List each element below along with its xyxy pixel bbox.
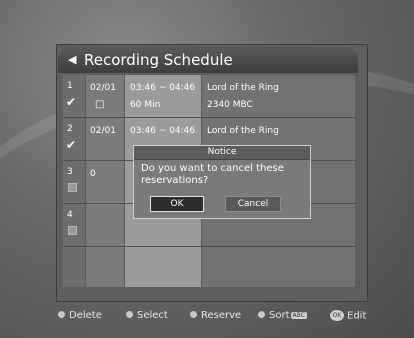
- dialog-title: Notice: [134, 146, 310, 160]
- ok-button[interactable]: OK: [150, 196, 204, 212]
- row-time: 03:46 ~ 04:46: [130, 83, 196, 93]
- dialog-message: Do you want to cancel these reservations…: [141, 163, 284, 186]
- left-arrow-icon[interactable]: ◀: [68, 47, 76, 73]
- row-title: Lord of the Ring: [207, 83, 279, 93]
- select-hint[interactable]: Select: [126, 310, 168, 321]
- row-date: 0: [90, 169, 96, 179]
- green-button-icon: [126, 311, 133, 318]
- check-icon[interactable]: ✔: [66, 138, 76, 152]
- cancel-button[interactable]: Cancel: [225, 196, 281, 212]
- table-row[interactable]: 1 ✔ 02/01 □ 03:46 ~ 04:46 60 Min Lord of…: [63, 75, 355, 118]
- notice-dialog: Notice Do you want to cancel these reser…: [133, 145, 311, 219]
- row-number: 2: [67, 124, 73, 134]
- red-button-icon: [58, 311, 65, 318]
- yellow-button-icon: [190, 311, 197, 318]
- sort-hint[interactable]: Sort ABC: [258, 310, 307, 321]
- delete-label: Delete: [69, 310, 102, 321]
- title-bar: ◀ Recording Schedule: [58, 47, 358, 73]
- blue-button-icon: [258, 311, 265, 318]
- row-title: Lord of the Ring: [207, 126, 279, 136]
- delete-hint[interactable]: Delete: [58, 310, 102, 321]
- row-date: 02/01: [90, 83, 116, 93]
- checkbox-icon[interactable]: [68, 183, 77, 192]
- reserve-hint[interactable]: Reserve: [190, 310, 241, 321]
- sort-label: Sort: [269, 310, 290, 321]
- sort-badge: ABC: [290, 311, 307, 319]
- timer-icon: □: [95, 99, 105, 110]
- reserve-label: Reserve: [201, 310, 242, 321]
- row-time: 03:46 ~ 04:46: [130, 126, 196, 136]
- edit-hint[interactable]: OK Edit: [330, 310, 366, 322]
- ok-key-icon: OK: [330, 310, 344, 321]
- edit-label: Edit: [347, 310, 367, 322]
- table-row-empty: [63, 247, 355, 289]
- row-number: 4: [67, 210, 73, 220]
- row-date: 02/01: [90, 126, 116, 136]
- row-duration: 60 Min: [130, 100, 161, 110]
- footer-bar: Delete Select Reserve Sort ABC OK Edit: [0, 306, 414, 326]
- checkbox-icon[interactable]: [68, 226, 77, 235]
- page-title: Recording Schedule: [84, 51, 233, 69]
- row-number: 3: [67, 167, 73, 177]
- select-label: Select: [137, 310, 168, 321]
- row-channel: 2340 MBC: [207, 100, 253, 110]
- check-icon[interactable]: ✔: [66, 95, 76, 109]
- row-number: 1: [67, 81, 73, 91]
